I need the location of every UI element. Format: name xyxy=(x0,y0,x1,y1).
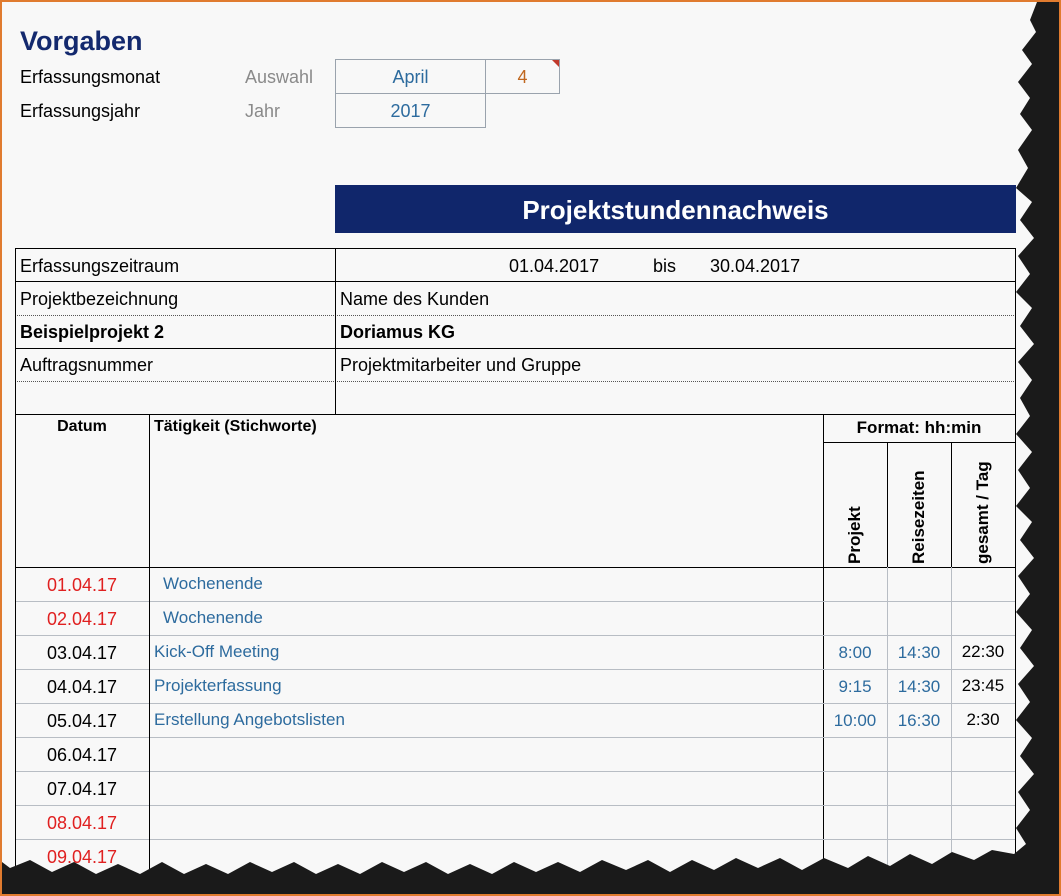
col-header-project: Projekt xyxy=(845,506,864,564)
cell-divider-travel xyxy=(951,567,952,601)
cell-divider-project xyxy=(887,839,888,873)
torn-edge-decoration xyxy=(2,2,1059,894)
month-select[interactable]: April xyxy=(335,59,486,94)
row-divider xyxy=(150,771,1015,772)
project-hours-cell[interactable]: 8:00 xyxy=(823,643,887,663)
cell-divider-travel xyxy=(951,839,952,873)
cell-divider-travel xyxy=(951,805,952,839)
total-hours-cell: 2:30 xyxy=(966,710,1000,729)
col-header-date: Datum xyxy=(57,418,107,435)
year-label: Erfassungsjahr xyxy=(20,101,141,121)
date-cell: 01.04.17 xyxy=(46,575,118,595)
row-divider-date xyxy=(16,703,149,704)
cell-divider-travel xyxy=(951,771,952,805)
table-border-top xyxy=(15,414,1016,415)
cell-divider-project xyxy=(887,601,888,635)
project-label: Projektbezeichnung xyxy=(20,289,179,309)
row-divider xyxy=(150,669,1015,670)
spreadsheet-page: Vorgaben Erfassungsmonat Auswahl April 4… xyxy=(0,0,1061,896)
cell-divider-project xyxy=(887,737,888,771)
period-from[interactable]: 01.04.2017 xyxy=(509,256,599,277)
travel-hours-cell[interactable]: 16:30 xyxy=(887,711,951,731)
month-select-value: April xyxy=(392,67,429,87)
month-number: 4 xyxy=(517,67,528,87)
col-border-travel-head xyxy=(951,442,952,568)
period-label: Erfassungszeitraum xyxy=(20,256,180,276)
title-banner: Projektstundennachweis xyxy=(335,185,1016,233)
row-divider xyxy=(150,703,1015,704)
row-divider xyxy=(150,839,1015,840)
banner-title: Projektstundennachweis xyxy=(522,195,829,225)
staff-label: Projektmitarbeiter und Gruppe xyxy=(340,355,582,375)
col-border-project-head xyxy=(887,442,888,568)
project-value[interactable]: Beispielprojekt 2 xyxy=(20,322,164,343)
total-hours-cell: 23:45 xyxy=(961,676,1005,695)
customer-value[interactable]: Doriamus KG xyxy=(340,322,455,343)
customer-label: Name des Kunden xyxy=(340,289,490,309)
cell-divider-travel xyxy=(951,601,952,635)
row-divider-date xyxy=(16,601,149,602)
project-hours-cell[interactable]: 10:00 xyxy=(823,711,887,731)
cell-divider-travel xyxy=(951,737,952,771)
date-cell: 07.04.17 xyxy=(46,779,118,799)
row-divider xyxy=(150,737,1015,738)
month-hint: Auswahl xyxy=(245,67,314,87)
month-label: Erfassungsmonat xyxy=(20,67,161,87)
row-divider xyxy=(150,635,1015,636)
year-input[interactable]: 2017 xyxy=(335,93,486,128)
col-header-format: Format: hh:min xyxy=(856,418,982,437)
date-cell: 05.04.17 xyxy=(46,711,118,731)
table-border-right xyxy=(1015,248,1016,894)
cell-divider-project xyxy=(887,567,888,601)
activity-cell[interactable]: Wochenende xyxy=(163,574,263,594)
row-divider-date xyxy=(16,839,149,840)
month-number-cell[interactable]: 4 xyxy=(485,59,560,94)
row-divider-date xyxy=(16,635,149,636)
period-separator: bis xyxy=(653,256,677,276)
section-title-vorgaben: Vorgaben xyxy=(20,26,143,56)
col-header-total: gesamt / Tag xyxy=(973,461,992,564)
date-cell: 08.04.17 xyxy=(46,813,118,833)
row-divider-date xyxy=(16,669,149,670)
total-hours-cell: 22:30 xyxy=(961,642,1005,661)
row-divider-date xyxy=(16,805,149,806)
header-border-bottom xyxy=(15,567,1016,568)
info-border-top xyxy=(15,248,1016,249)
info-border-mid xyxy=(335,248,336,414)
col-header-travel: Reisezeiten xyxy=(909,470,928,564)
period-to[interactable]: 30.04.2017 xyxy=(710,256,800,277)
project-hours-cell[interactable]: 9:15 xyxy=(823,677,887,697)
comment-marker-icon xyxy=(552,60,559,67)
travel-hours-cell[interactable]: 14:30 xyxy=(887,643,951,663)
travel-hours-cell[interactable]: 14:30 xyxy=(887,677,951,697)
info-border-2 xyxy=(15,348,1016,349)
activity-cell[interactable]: Kick-Off Meeting xyxy=(154,642,279,662)
col-header-activity: Tätigkeit (Stichworte) xyxy=(154,418,317,435)
activity-cell[interactable]: Projekterfassung xyxy=(154,676,282,696)
date-cell: 03.04.17 xyxy=(46,643,118,663)
col-border-date xyxy=(149,414,150,894)
cell-divider-project xyxy=(887,805,888,839)
activity-cell[interactable]: Erstellung Angebotslisten xyxy=(154,710,345,730)
row-divider xyxy=(150,601,1015,602)
info-dotted-1 xyxy=(15,315,1016,316)
row-divider xyxy=(150,805,1015,806)
cell-divider-project xyxy=(887,771,888,805)
year-input-value: 2017 xyxy=(390,101,431,121)
info-dotted-2 xyxy=(15,381,1016,382)
date-cell: 04.04.17 xyxy=(46,677,118,697)
info-border-1 xyxy=(15,281,1016,282)
row-divider-date xyxy=(16,771,149,772)
date-cell: 02.04.17 xyxy=(46,609,118,629)
year-hint: Jahr xyxy=(245,101,281,121)
order-label: Auftragsnummer xyxy=(20,355,154,375)
date-cell: 09.04.17 xyxy=(46,847,118,867)
activity-cell[interactable]: Wochenende xyxy=(163,608,263,628)
format-header-border xyxy=(823,442,1015,443)
row-divider-date xyxy=(16,737,149,738)
date-cell: 06.04.17 xyxy=(46,745,118,765)
